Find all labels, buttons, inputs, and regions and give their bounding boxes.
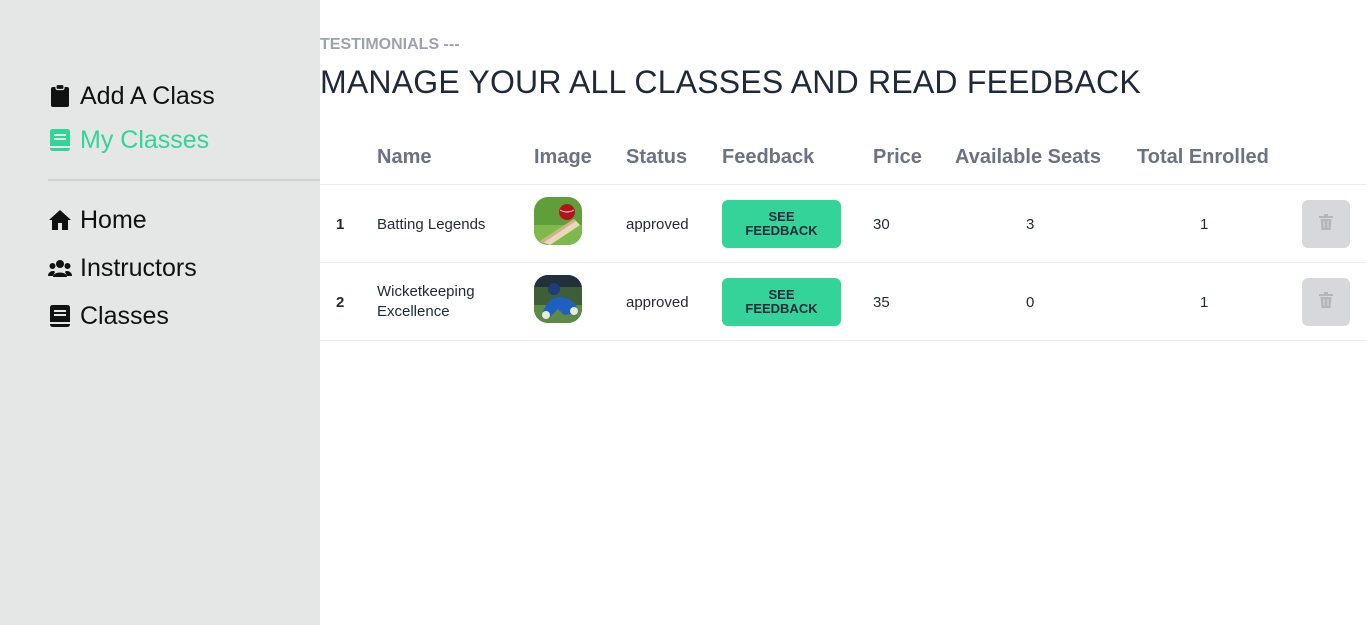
sidebar: Add A Class My Classes Home Instructors … — [0, 0, 320, 625]
column-header-total-enrolled: Total Enrolled — [1137, 146, 1269, 168]
sidebar-item-label: My Classes — [80, 125, 210, 154]
page-title: MANAGE YOUR ALL CLASSES AND READ FEEDBAC… — [320, 64, 1141, 100]
table-row: 1 Batting Legends approved SEE FEEDBACK … — [320, 185, 1366, 263]
sidebar-item-label: Instructors — [80, 253, 197, 282]
delete-button[interactable] — [1302, 278, 1350, 326]
delete-button[interactable] — [1302, 200, 1350, 248]
total-enrolled-value: 1 — [1200, 294, 1209, 311]
total-enrolled-value: 1 — [1200, 216, 1209, 233]
see-feedback-button[interactable]: SEE FEEDBACK — [722, 200, 841, 248]
class-name: Wicketkeeping Excellence — [377, 283, 475, 320]
class-image — [534, 275, 582, 323]
row-index: 1 — [336, 216, 345, 233]
sidebar-item-home[interactable]: Home — [48, 204, 147, 236]
status-text: approved — [626, 294, 689, 311]
sidebar-item-my-classes[interactable]: My Classes — [48, 124, 209, 156]
sidebar-item-label: Home — [80, 205, 147, 234]
sidebar-item-instructors[interactable]: Instructors — [48, 252, 197, 284]
section-eyebrow: TESTIMONIALS --- — [320, 36, 460, 53]
trash-icon — [1319, 291, 1333, 313]
clipboard-icon — [48, 84, 72, 108]
column-header-status: Status — [626, 146, 688, 168]
class-image — [534, 197, 582, 245]
users-icon — [48, 256, 72, 280]
book-icon — [48, 128, 72, 152]
available-seats-value: 0 — [1026, 294, 1035, 311]
price-value: 35 — [873, 294, 890, 311]
column-header-feedback: Feedback — [722, 146, 815, 168]
book-icon — [48, 304, 72, 328]
sidebar-item-classes[interactable]: Classes — [48, 300, 169, 332]
main-content: TESTIMONIALS --- MANAGE YOUR ALL CLASSES… — [320, 0, 1366, 625]
column-header-image: Image — [534, 146, 592, 168]
column-header-name: Name — [377, 146, 432, 168]
trash-icon — [1319, 213, 1333, 235]
sidebar-divider — [48, 179, 320, 181]
sidebar-item-label: Add A Class — [80, 81, 215, 110]
price-value: 30 — [873, 216, 890, 233]
column-header-available-seats: Available Seats — [955, 146, 1102, 168]
column-header-price: Price — [873, 146, 922, 168]
home-icon — [48, 208, 72, 232]
table-row: 2 Wicketkeeping Excellence approved SEE … — [320, 263, 1366, 341]
sidebar-item-label: Classes — [80, 301, 169, 330]
table-header-row: Name Image Status Feedback Price Availab… — [320, 132, 1366, 185]
row-index: 2 — [336, 294, 345, 311]
sidebar-item-add-a-class[interactable]: Add A Class — [48, 80, 215, 112]
class-name: Batting Legends — [377, 216, 486, 233]
status-text: approved — [626, 216, 689, 233]
available-seats-value: 3 — [1026, 216, 1035, 233]
see-feedback-button[interactable]: SEE FEEDBACK — [722, 278, 841, 326]
